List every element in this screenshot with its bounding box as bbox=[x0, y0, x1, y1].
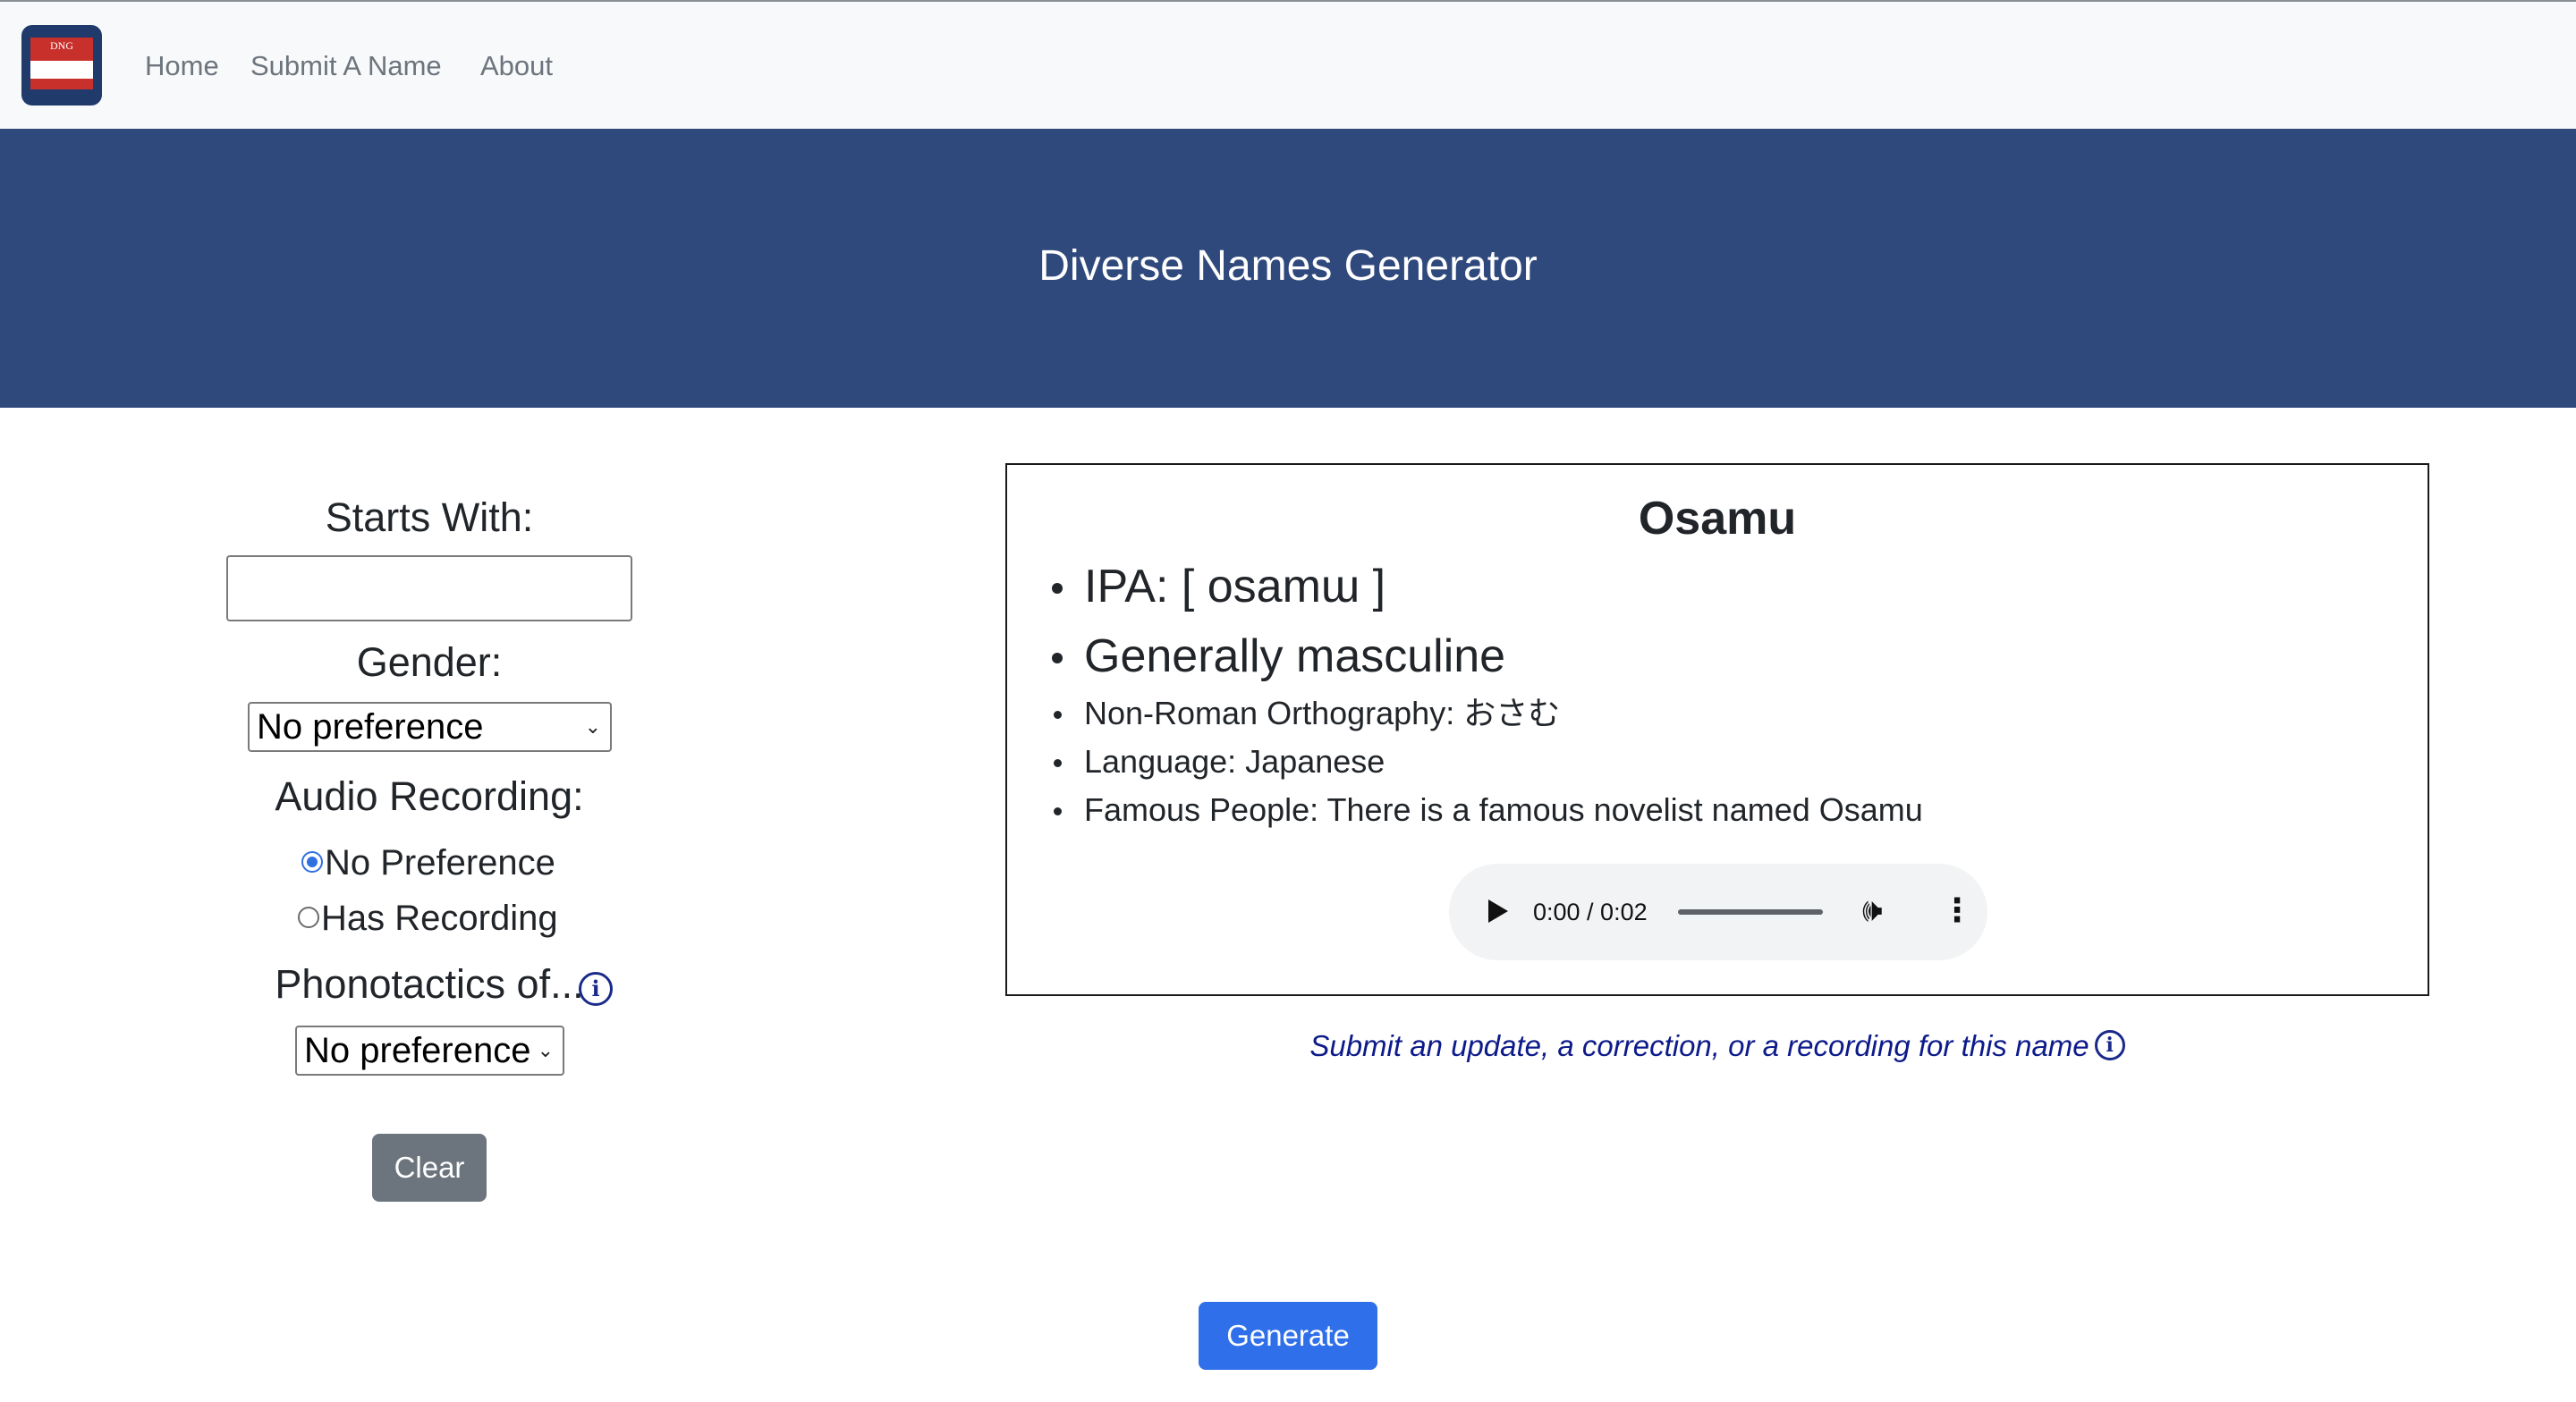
gender-select[interactable]: No preference ⌄ bbox=[248, 702, 612, 752]
gender-select-value: No preference bbox=[257, 707, 484, 747]
famous-people-item: Famous People: There is a famous novelis… bbox=[1052, 790, 1923, 830]
ipa-item: IPA: [ osamɯ ] bbox=[1052, 560, 1385, 613]
radio-checked-icon[interactable] bbox=[301, 851, 323, 874]
gender-item: Generally masculine bbox=[1052, 629, 1505, 683]
name-title: Osamu bbox=[1638, 493, 1797, 545]
navbar: DNG Home Submit A Name About bbox=[0, 0, 2576, 129]
submit-update-link-text[interactable]: Submit an update, a correction, or a rec… bbox=[1309, 1029, 2089, 1062]
gender-label: Gender: bbox=[356, 639, 503, 685]
radio-unchecked-icon[interactable] bbox=[298, 907, 319, 929]
starts-with-input[interactable] bbox=[226, 555, 632, 621]
phonotactics-label-text: Phonotactics of... bbox=[275, 961, 584, 1007]
more-vert-icon[interactable]: ⋮ bbox=[1941, 889, 1973, 932]
nav-home-link[interactable]: Home bbox=[145, 50, 219, 82]
starts-with-label: Starts With: bbox=[325, 494, 534, 540]
hero-banner: Diverse Names Generator bbox=[0, 129, 2576, 408]
radio-has-recording[interactable]: Has Recording bbox=[298, 894, 558, 942]
audio-recording-label: Audio Recording: bbox=[275, 773, 584, 819]
chevron-down-icon: ⌄ bbox=[584, 715, 601, 738]
logo-card: DNG bbox=[30, 38, 93, 89]
language-item: Language: Japanese bbox=[1052, 742, 1385, 781]
radio-no-preference[interactable]: No Preference bbox=[301, 839, 555, 887]
dng-logo[interactable]: DNG bbox=[21, 25, 102, 106]
radio-has-recording-label: Has Recording bbox=[321, 899, 558, 938]
phonotactics-select[interactable]: No preference ⌄ bbox=[295, 1026, 564, 1076]
radio-no-preference-label: No Preference bbox=[325, 843, 555, 883]
phonotactics-info-icon[interactable]: i bbox=[579, 972, 613, 1006]
clear-button[interactable]: Clear bbox=[372, 1134, 487, 1202]
generate-button[interactable]: Generate bbox=[1199, 1302, 1377, 1370]
chevron-down-icon: ⌄ bbox=[537, 1039, 554, 1061]
orthography-item: Non-Roman Orthography: おさむ bbox=[1052, 694, 1560, 733]
update-info-icon[interactable]: i bbox=[2094, 1030, 2125, 1061]
nav-about-link[interactable]: About bbox=[480, 50, 553, 82]
audio-time: 0:00 / 0:02 bbox=[1533, 899, 1648, 925]
audio-progress-track[interactable] bbox=[1678, 909, 1823, 915]
nav-submit-name-link[interactable]: Submit A Name bbox=[250, 50, 442, 82]
submit-update-link[interactable]: Submit an update, a correction, or a rec… bbox=[1005, 1026, 2429, 1066]
name-result-card: Osamu IPA: [ osamɯ ] Generally masculine… bbox=[1005, 463, 2429, 996]
volume-icon[interactable]: 🕪 bbox=[1862, 891, 1883, 930]
page-title: Diverse Names Generator bbox=[1038, 242, 1538, 290]
logo-text: DNG bbox=[50, 39, 73, 52]
play-icon[interactable] bbox=[1488, 899, 1508, 923]
audio-player: 0:00 / 0:02 🕪 ⋮ bbox=[1449, 864, 1987, 960]
phonotactics-select-value: No preference bbox=[304, 1031, 531, 1070]
